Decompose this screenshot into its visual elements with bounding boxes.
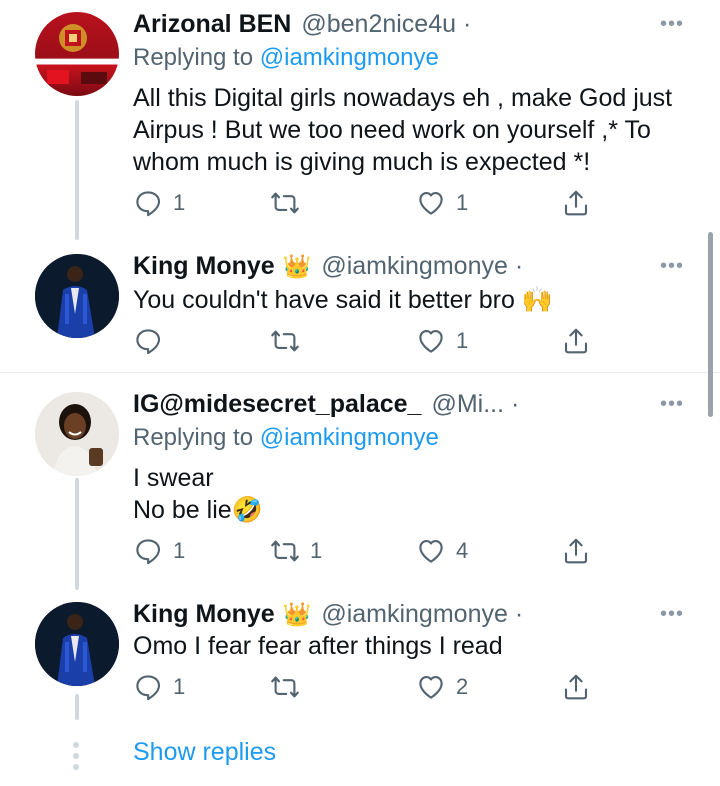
share-icon [561, 326, 591, 356]
display-name[interactable]: King Monye [133, 600, 275, 629]
mention-link[interactable]: @iamkingmonye [260, 424, 439, 451]
display-name[interactable]: King Monye [133, 252, 275, 281]
action-bar: 1 1 4 [133, 536, 603, 566]
reply-button[interactable]: 1 [133, 188, 185, 218]
more-options-icon[interactable]: ••• [660, 394, 684, 414]
retweet-button[interactable] [270, 188, 310, 218]
heart-icon [416, 326, 446, 356]
reply-button[interactable] [133, 326, 173, 356]
tweet-text: All this Digital girls nowadays eh , mak… [133, 84, 673, 176]
reply-count: 1 [173, 674, 186, 699]
retweet-button[interactable] [270, 672, 310, 702]
retweet-icon [270, 188, 300, 218]
like-button[interactable]: 1 [416, 188, 468, 218]
profile-photo-icon [35, 602, 119, 686]
thread-divider [0, 372, 720, 373]
like-count: 2 [456, 674, 469, 699]
share-icon [561, 536, 591, 566]
reply-button[interactable]: 1 [133, 536, 185, 566]
avatar[interactable] [35, 254, 119, 338]
reply-count: 1 [173, 538, 186, 563]
retweet-count: 1 [310, 538, 323, 563]
club-crest-icon [47, 24, 107, 84]
more-options-icon[interactable]: ••• [660, 14, 684, 34]
heart-icon [416, 672, 446, 702]
mention-link[interactable]: @iamkingmonye [260, 44, 439, 71]
replying-prefix: Replying to [133, 44, 260, 71]
tweet-header: King Monye 👑 @iamkingmonye · [133, 596, 523, 632]
more-options-icon[interactable]: ••• [660, 604, 684, 624]
reply-icon [133, 672, 163, 702]
action-bar: 1 2 [133, 672, 603, 702]
heart-icon [416, 536, 446, 566]
retweet-button[interactable] [270, 326, 310, 356]
crown-emoji: 👑 [282, 252, 312, 279]
action-bar: 1 1 [133, 188, 603, 218]
reply-icon [133, 326, 163, 356]
tweet-text-line: I swear [133, 464, 214, 492]
like-count: 1 [456, 190, 469, 215]
display-name[interactable]: Arizonal BEN [133, 10, 291, 39]
like-count: 1 [456, 328, 469, 353]
reply-count: 1 [173, 190, 186, 215]
tweet-text: Omo I fear fear after things I read [133, 632, 503, 660]
retweet-icon [270, 672, 300, 702]
thread-line [75, 478, 79, 590]
replying-to: Replying to @iamkingmonye [133, 424, 439, 452]
tweet-text: You couldn't have said it better bro 🙌 [133, 286, 553, 314]
retweet-icon [270, 326, 300, 356]
share-icon [561, 672, 591, 702]
replying-prefix: Replying to [133, 424, 260, 451]
avatar[interactable] [35, 392, 119, 476]
tweet-text: I swear No be lie🤣 [133, 462, 693, 526]
reply-icon [133, 188, 163, 218]
username[interactable]: @Mi... · [431, 390, 519, 419]
share-icon [561, 188, 591, 218]
more-options-icon[interactable]: ••• [660, 256, 684, 276]
tweet-text-line: No be lie🤣 [133, 496, 263, 524]
retweet-icon [270, 536, 300, 566]
avatar[interactable] [35, 12, 119, 96]
reply-icon [133, 536, 163, 566]
reply-button[interactable]: 1 [133, 672, 185, 702]
username[interactable]: @ben2nice4u · [301, 10, 471, 39]
like-button[interactable]: 4 [416, 536, 468, 566]
like-count: 4 [456, 538, 469, 563]
tweet-header: IG@midesecret_palace_ @Mi... · [133, 386, 519, 422]
share-button[interactable] [561, 672, 591, 702]
show-replies-link[interactable]: Show replies [133, 738, 276, 767]
profile-photo-icon [35, 254, 119, 338]
like-button[interactable]: 2 [416, 672, 468, 702]
scrollbar[interactable] [708, 232, 713, 417]
replying-to: Replying to @iamkingmonye [133, 44, 439, 72]
display-name[interactable]: IG@midesecret_palace_ [133, 390, 421, 419]
crown-emoji: 👑 [282, 600, 312, 627]
tweet-header: Arizonal BEN @ben2nice4u · [133, 6, 471, 42]
heart-icon [416, 188, 446, 218]
retweet-button[interactable]: 1 [270, 536, 322, 566]
profile-photo-icon [35, 392, 119, 476]
action-bar: 1 [133, 326, 603, 356]
thread-line [75, 694, 79, 720]
share-button[interactable] [561, 536, 591, 566]
username[interactable]: @iamkingmonye · [321, 252, 523, 281]
share-button[interactable] [561, 326, 591, 356]
thread-line [75, 100, 79, 240]
share-button[interactable] [561, 188, 591, 218]
thread-continuation-icon [73, 742, 79, 770]
like-button[interactable]: 1 [416, 326, 468, 356]
username[interactable]: @iamkingmonye · [321, 600, 523, 629]
tweet-header: King Monye 👑 @iamkingmonye · [133, 248, 523, 284]
avatar[interactable] [35, 602, 119, 686]
